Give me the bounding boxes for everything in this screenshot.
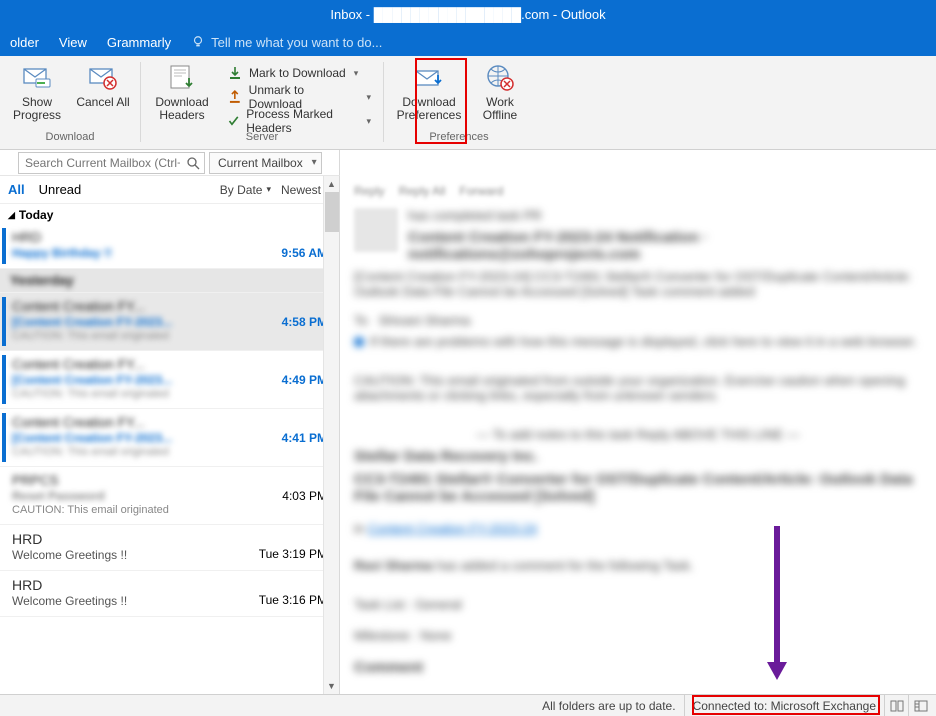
message-item[interactable]: HRD Welcome Greetings !! Tue 3:16 PM [0, 571, 339, 617]
reply-all-button[interactable]: Reply All [399, 184, 446, 198]
ribbon-group-server: Download Headers Mark to Download▾ Unmar… [147, 60, 377, 149]
ribbon: Show Progress Cancel All Download Downlo… [0, 56, 936, 150]
message-list: HRD Happy Birthday !! 9:56 AM Yesterday … [0, 224, 339, 694]
message-item[interactable]: HRD Happy Birthday !! 9:56 AM [0, 224, 339, 269]
view-reading-button[interactable] [908, 695, 932, 716]
scroll-up-icon[interactable]: ▲ [324, 176, 339, 192]
status-bar: All folders are up to date. Connected to… [0, 694, 936, 716]
process-marked-headers-button[interactable]: Process Marked Headers▾ [223, 110, 375, 132]
message-item[interactable]: Content Creation FY... [Content Creation… [0, 409, 339, 467]
check-icon [227, 113, 240, 129]
envelope-progress-icon [21, 62, 53, 94]
title-bar: Inbox - ████████████████.com - Outlook [0, 0, 936, 28]
filter-all[interactable]: All [8, 182, 25, 197]
layout-normal-icon [890, 700, 904, 712]
window-title: Inbox - ████████████████.com - Outlook [330, 7, 605, 22]
search-scope-dropdown[interactable]: Current Mailbox [209, 152, 322, 174]
message-list-pane: All Unread By Date▾ Newest↓ ◢ Today HRD … [0, 176, 340, 694]
ribbon-group-download: Show Progress Cancel All Download [6, 60, 134, 149]
status-connected: Connected to: Microsoft Exchange [684, 695, 884, 716]
date-group-today[interactable]: ◢ Today [0, 204, 339, 224]
tell-me-search[interactable]: Tell me what you want to do... [181, 35, 382, 50]
cancel-all-button[interactable]: Cancel All [74, 60, 132, 130]
reply-button[interactable]: Reply [354, 184, 385, 198]
message-item[interactable]: Content Creation FY... [Content Creation… [0, 293, 339, 351]
search-icon[interactable] [185, 155, 201, 171]
view-normal-button[interactable] [884, 695, 908, 716]
message-item[interactable]: HRD Welcome Greetings !! Tue 3:19 PM [0, 525, 339, 571]
work-offline-button[interactable]: Work Offline [474, 60, 526, 130]
list-scrollbar[interactable]: ▲ ▼ [323, 176, 339, 694]
search-row: Current Mailbox [0, 150, 340, 176]
date-group-yesterday[interactable]: Yesterday [0, 269, 339, 293]
status-folders: All folders are up to date. [534, 695, 683, 716]
unmark-to-download-button[interactable]: Unmark to Download▾ [223, 86, 375, 108]
sort-by-dropdown[interactable]: By Date▾ [220, 183, 271, 197]
mark-download-icon [227, 65, 243, 81]
scroll-down-icon[interactable]: ▼ [324, 678, 339, 694]
collapse-triangle-icon: ◢ [8, 210, 15, 221]
page-download-icon [166, 62, 198, 94]
ribbon-group-preferences: Download Preferences Work Offline Prefer… [390, 60, 528, 149]
forward-button[interactable]: Forward [459, 184, 503, 198]
main-split: All Unread By Date▾ Newest↓ ◢ Today HRD … [0, 176, 936, 694]
reading-pane: Reply Reply All Forward has completed ta… [340, 176, 936, 694]
show-progress-button[interactable]: Show Progress [8, 60, 66, 130]
message-item[interactable]: Content Creation FY... [Content Creation… [0, 351, 339, 409]
menu-bar: older View Grammarly Tell me what you wa… [0, 28, 936, 56]
download-headers-button[interactable]: Download Headers [149, 60, 215, 130]
list-header: All Unread By Date▾ Newest↓ [0, 176, 339, 204]
globe-offline-icon [484, 62, 516, 94]
layout-reading-icon [914, 700, 928, 712]
download-preferences-button[interactable]: Download Preferences [392, 60, 466, 130]
filter-unread[interactable]: Unread [39, 182, 82, 197]
lightbulb-icon [191, 35, 205, 49]
mark-to-download-button[interactable]: Mark to Download▾ [223, 62, 375, 84]
menu-view[interactable]: View [49, 28, 97, 56]
scroll-thumb[interactable] [325, 192, 339, 232]
menu-folder[interactable]: older [0, 28, 49, 56]
message-item[interactable]: PRPCS Reset Password CAUTION: This email… [0, 467, 339, 525]
unmark-download-icon [227, 89, 243, 105]
envelope-arrow-icon [413, 62, 445, 94]
envelope-cancel-icon [87, 62, 119, 94]
search-input[interactable] [18, 152, 205, 174]
menu-grammarly[interactable]: Grammarly [97, 28, 181, 56]
